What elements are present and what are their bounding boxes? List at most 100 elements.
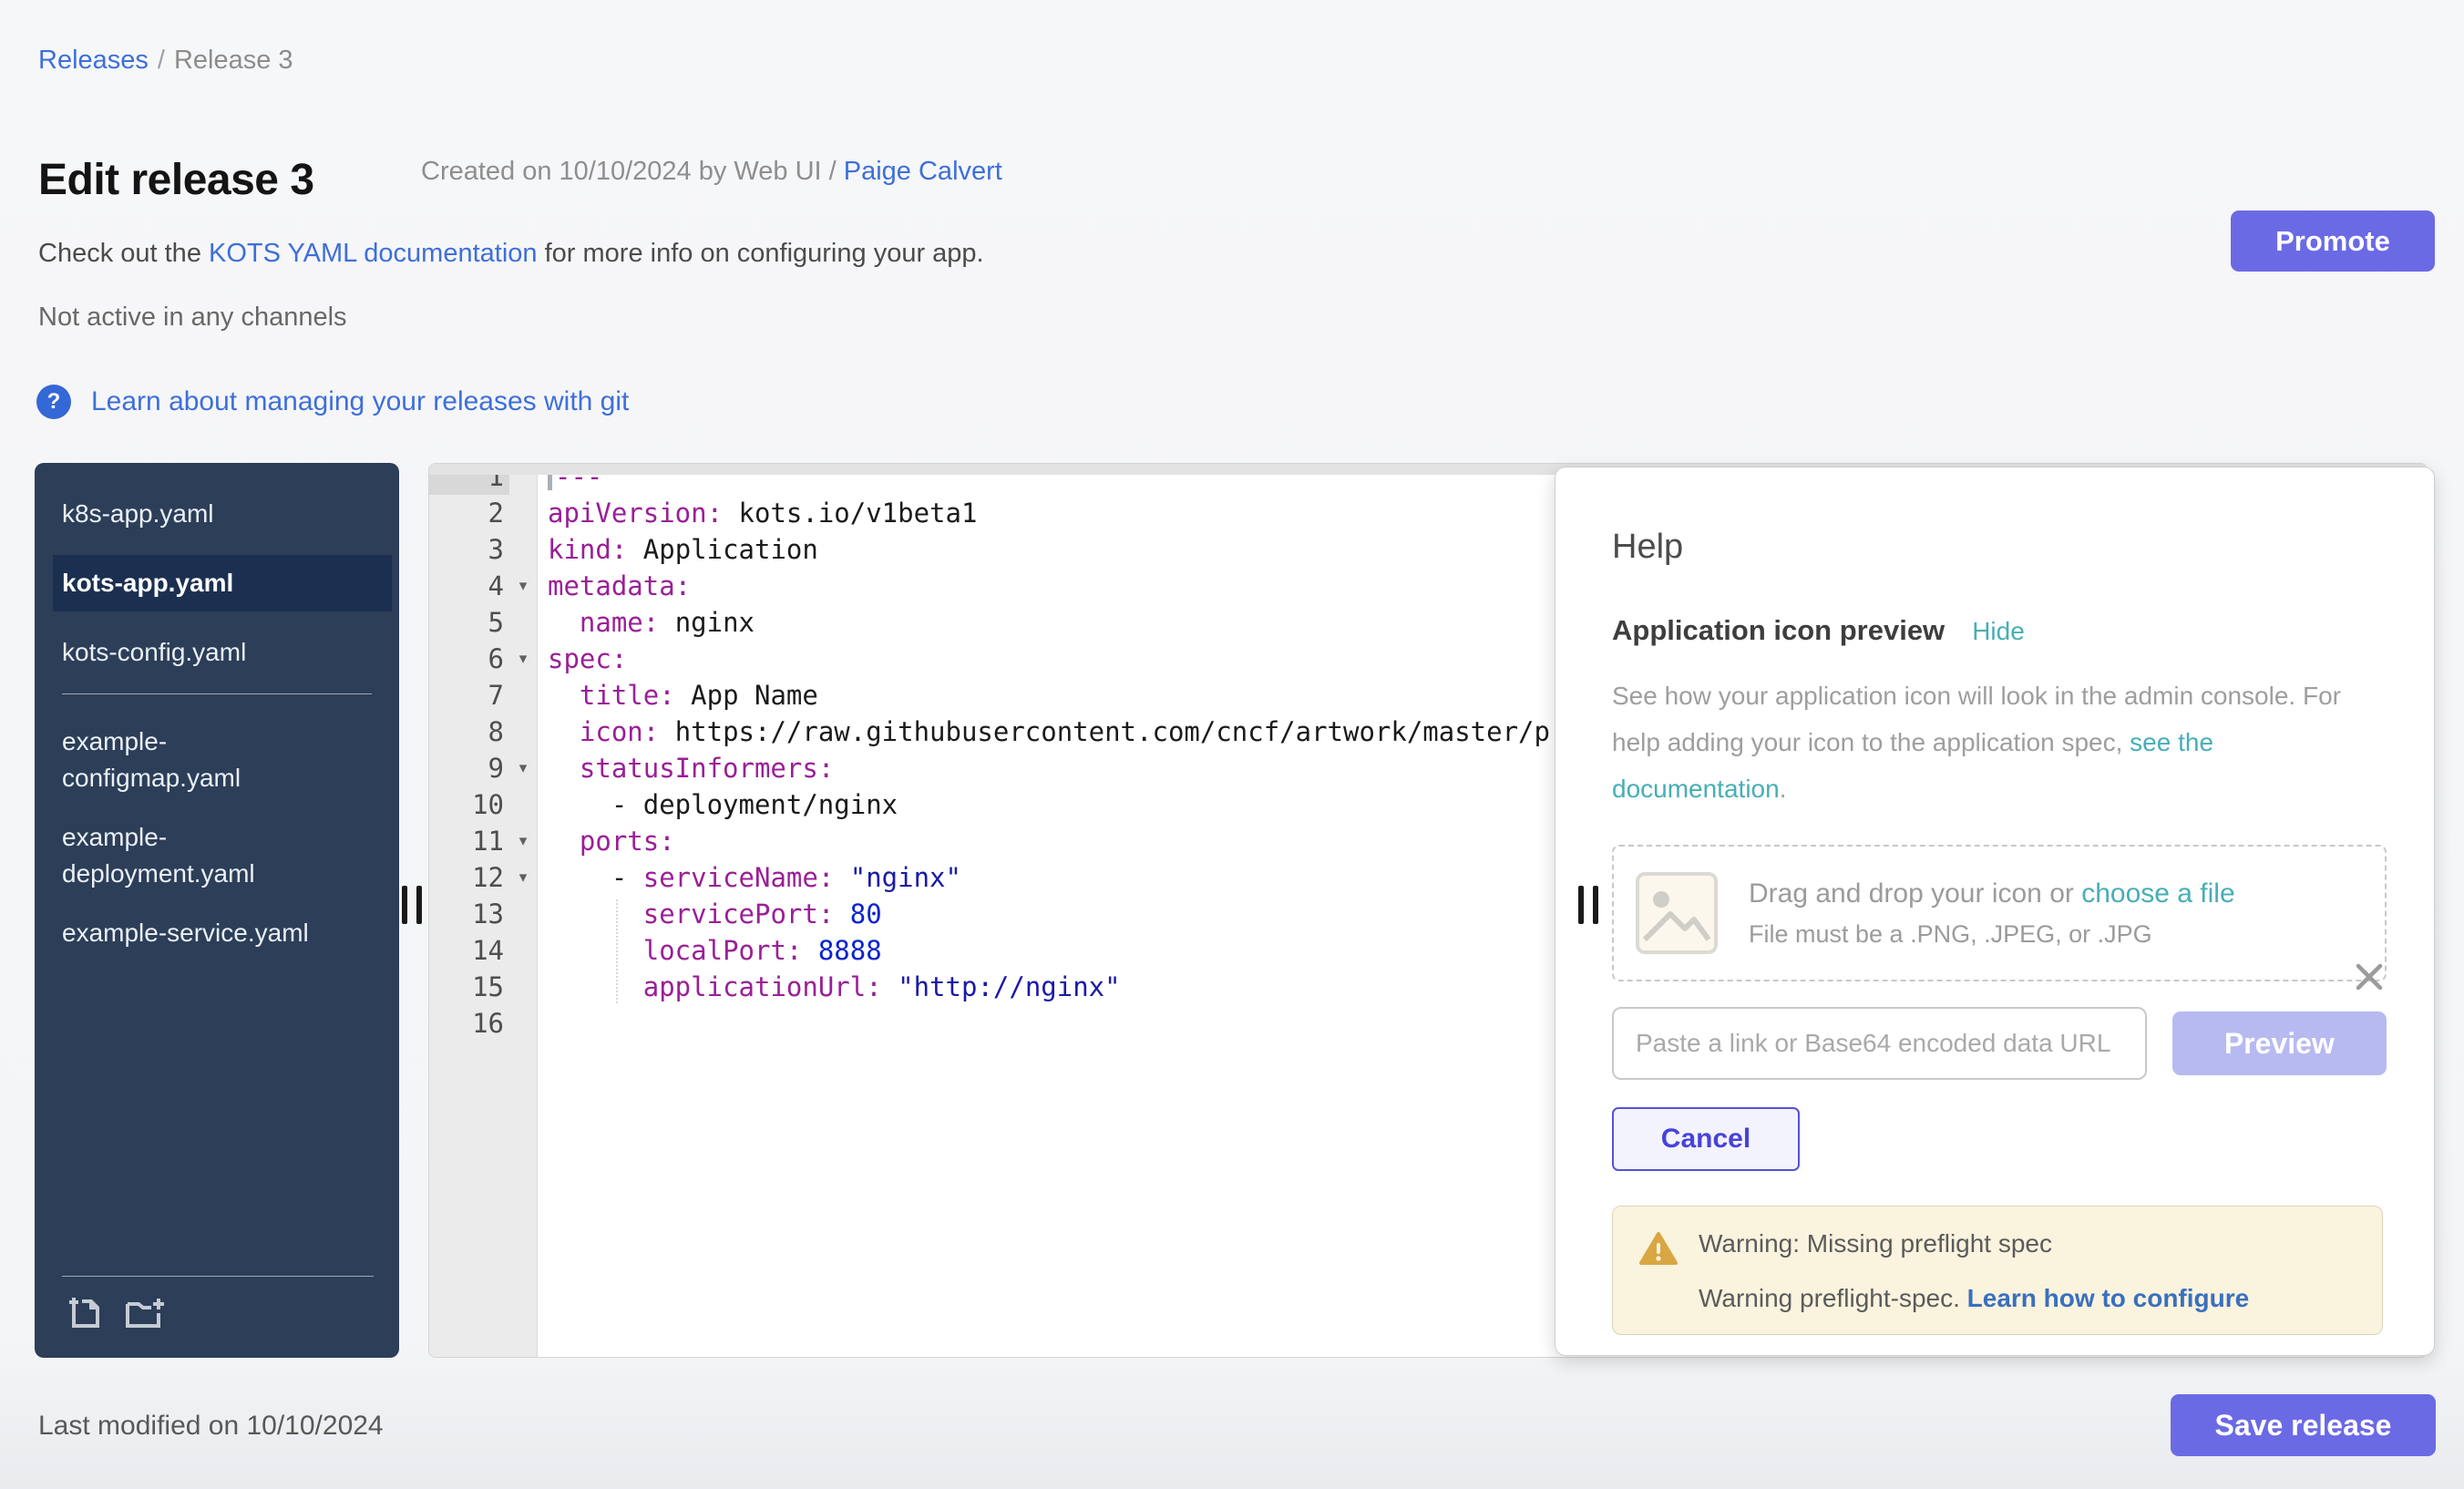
- fold-spacer: [509, 969, 537, 1005]
- line-number: 9: [429, 750, 509, 786]
- code-text: kind: Application: [537, 531, 818, 568]
- choose-file-link[interactable]: choose a file: [2081, 878, 2234, 909]
- help-panel: Help Application icon preview Hide See h…: [1555, 467, 2435, 1356]
- file-tree-sidebar: k8s-app.yaml kots-app.yaml kots-config.yam…: [35, 463, 399, 1358]
- code-text: metadata:: [537, 568, 691, 604]
- git-help-label: Learn about managing your releases with …: [91, 386, 629, 417]
- created-info: Created on 10/10/2024 by Web UI / Paige …: [421, 157, 1002, 187]
- breadcrumb-separator: /: [158, 46, 165, 75]
- icon-url-input[interactable]: [1612, 1007, 2147, 1080]
- token: [834, 899, 849, 929]
- new-folder-button[interactable]: [120, 1291, 169, 1336]
- file-item-k8s-app.yaml[interactable]: k8s-app.yaml: [62, 496, 322, 532]
- breadcrumb-releases-link[interactable]: Releases: [38, 46, 149, 75]
- token: [548, 716, 580, 747]
- token: [548, 680, 580, 711]
- token: [548, 753, 580, 784]
- file-item-kots-app.yaml[interactable]: kots-app.yaml: [53, 555, 392, 611]
- token: apiVersion:: [548, 498, 723, 529]
- author-link[interactable]: Paige Calvert: [844, 157, 1002, 186]
- fold-toggle-icon[interactable]: ▾: [509, 750, 537, 786]
- token: [548, 826, 580, 857]
- cancel-button[interactable]: Cancel: [1612, 1107, 1800, 1171]
- file-list-divider: [62, 693, 372, 694]
- code-text: ports:: [537, 823, 675, 859]
- token: - deployment/nginx: [548, 789, 898, 820]
- token: [802, 935, 817, 966]
- fold-spacer: [509, 786, 537, 823]
- preview-button[interactable]: Preview: [2172, 1011, 2387, 1075]
- code-text: apiVersion: kots.io/v1beta1: [537, 495, 977, 531]
- file-item-example-deployment.yaml[interactable]: example-deployment.yaml: [62, 819, 322, 892]
- line-number: 6: [429, 641, 509, 677]
- line-number: 5: [429, 604, 509, 641]
- fold-spacer: [509, 1005, 537, 1042]
- file-item-example-configmap.yaml[interactable]: example-configmap.yaml: [62, 724, 322, 796]
- line-number: 10: [429, 786, 509, 823]
- token: App Name: [675, 680, 818, 711]
- token: icon:: [580, 716, 659, 747]
- token: 80: [850, 899, 882, 929]
- code-text: [537, 1005, 548, 1042]
- image-placeholder-icon: [1634, 870, 1720, 956]
- edit-release-page: Releases / Release 3 Edit release 3 Create…: [0, 0, 2464, 1489]
- file-item-example-service.yaml[interactable]: example-service.yaml: [62, 915, 322, 951]
- fold-toggle-icon[interactable]: ▾: [509, 859, 537, 896]
- code-text: name: nginx: [537, 604, 755, 641]
- close-help-button[interactable]: [2346, 954, 2392, 1002]
- token: -: [548, 862, 643, 893]
- fold-toggle-icon[interactable]: ▾: [509, 823, 537, 859]
- sidebar-footer: [35, 1276, 399, 1358]
- kots-yaml-docs-link[interactable]: KOTS YAML documentation: [209, 239, 538, 268]
- pane-resize-handle-right[interactable]: [1576, 886, 1600, 924]
- token: spec:: [548, 643, 627, 674]
- hide-link[interactable]: Hide: [1972, 617, 2025, 646]
- fold-spacer: [509, 604, 537, 641]
- line-number: 3: [429, 531, 509, 568]
- token: serviceName:: [643, 862, 835, 893]
- dropzone-file-types: File must be a .PNG, .JPEG, or .JPG: [1749, 920, 2235, 949]
- token: kind:: [548, 534, 627, 565]
- token: Application: [627, 534, 818, 565]
- code-text: localPort: 8888: [537, 932, 882, 969]
- warning-configure-link[interactable]: Learn how to configure: [1967, 1284, 2250, 1312]
- save-release-button[interactable]: Save release: [2171, 1394, 2436, 1456]
- line-number: 16: [429, 1005, 509, 1042]
- git-help-link[interactable]: ? Learn about managing your releases wit…: [36, 385, 629, 419]
- token: [548, 899, 643, 929]
- code-text: servicePort: 80: [537, 896, 882, 932]
- dropzone-text: Drag and drop your icon or: [1749, 878, 2081, 909]
- promote-button[interactable]: Promote: [2231, 211, 2435, 272]
- line-number: 13: [429, 896, 509, 932]
- sidebar-footer-divider: [62, 1276, 374, 1277]
- channel-status: Not active in any channels: [38, 303, 347, 333]
- code-text: - deployment/nginx: [537, 786, 898, 823]
- line-number: 2: [429, 495, 509, 531]
- page-title: Edit release 3: [38, 155, 314, 205]
- token: [548, 935, 643, 966]
- token: nginx: [659, 607, 755, 638]
- question-icon: ?: [36, 385, 71, 419]
- token: [548, 607, 580, 638]
- close-icon: [2352, 960, 2387, 994]
- description-period: .: [1780, 775, 1787, 803]
- token: statusInformers:: [580, 753, 834, 784]
- fold-toggle-icon[interactable]: ▾: [509, 641, 537, 677]
- icon-preview-description: See how your application icon will look …: [1612, 673, 2350, 812]
- token: "nginx": [850, 862, 961, 893]
- line-number: 14: [429, 932, 509, 969]
- line-number: 4: [429, 568, 509, 604]
- token: "http://nginx": [898, 971, 1120, 1002]
- breadcrumb-current: Release 3: [174, 46, 293, 75]
- icon-dropzone[interactable]: Drag and drop your icon or choose a file…: [1612, 845, 2387, 981]
- new-file-button[interactable]: [62, 1291, 104, 1336]
- new-folder-icon: [120, 1291, 169, 1333]
- fold-spacer: [509, 495, 537, 531]
- file-list: k8s-app.yaml kots-app.yaml kots-config.yam…: [35, 463, 399, 974]
- file-item-kots-config.yaml[interactable]: kots-config.yaml: [62, 634, 322, 671]
- pane-resize-handle-left[interactable]: [400, 886, 424, 924]
- docs-hint-suffix: for more info on configuring your app.: [538, 239, 984, 268]
- line-number: 12: [429, 859, 509, 896]
- fold-toggle-icon[interactable]: ▾: [509, 568, 537, 604]
- docs-hint: Check out the KOTS YAML documentation fo…: [38, 239, 984, 269]
